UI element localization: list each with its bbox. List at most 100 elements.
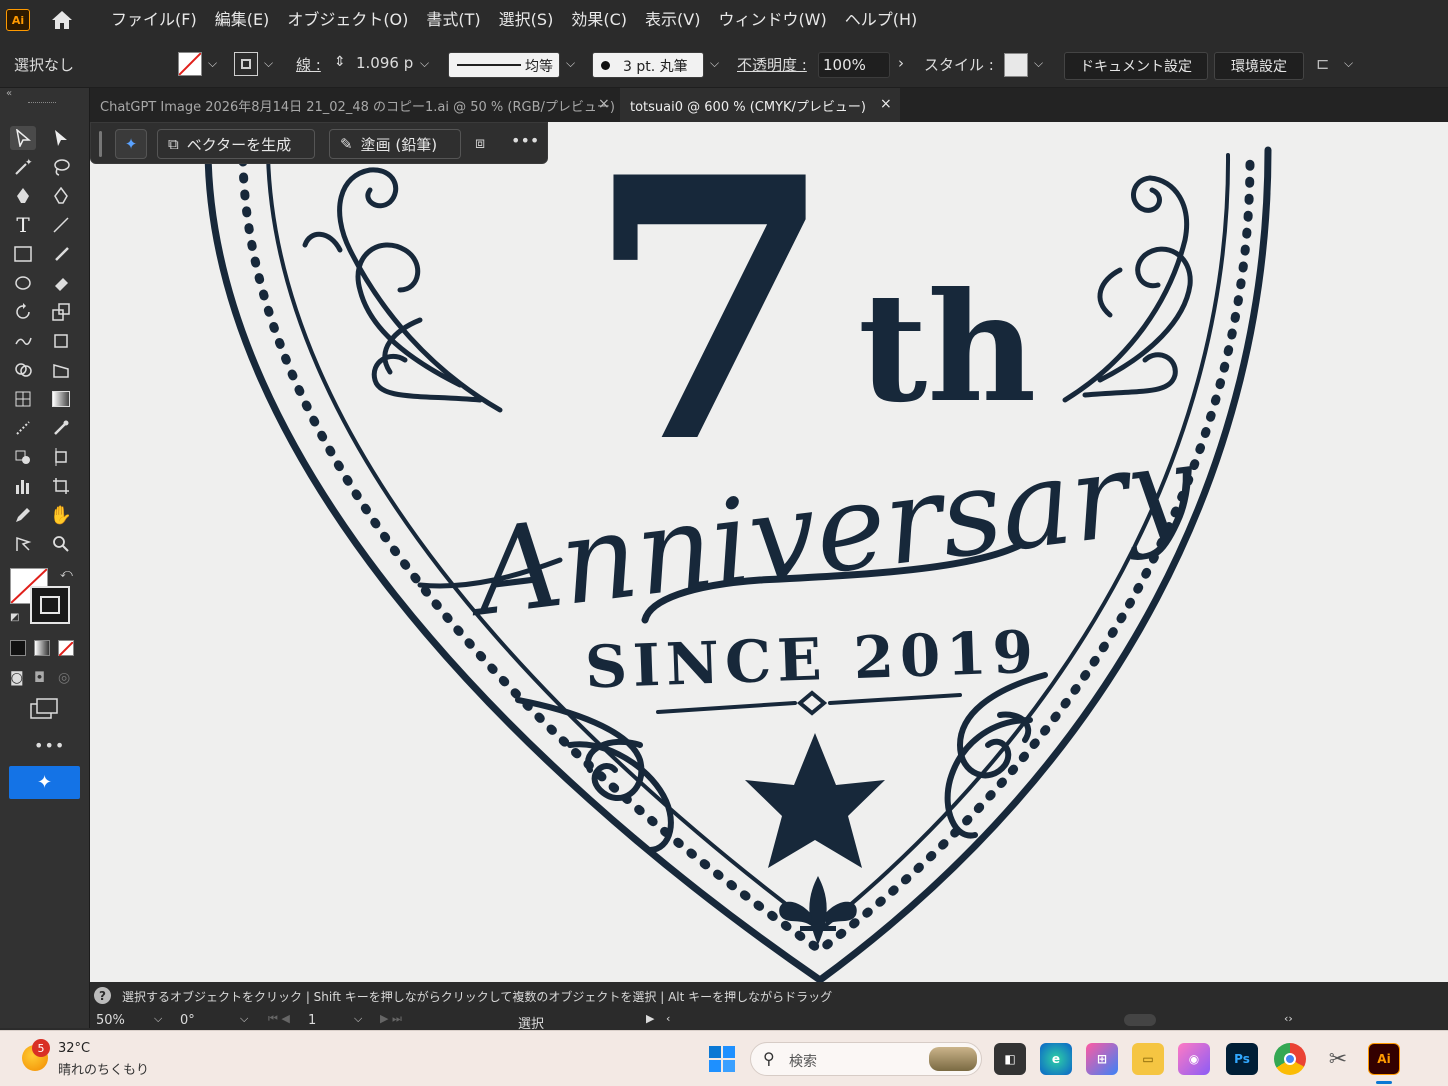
angle-dropdown-icon[interactable]: ⌵ [240,1012,248,1026]
menu-window[interactable]: ウィンドウ(W) [709,0,835,40]
rectangle-tool-icon[interactable] [10,242,36,266]
puppet-warp-tool-icon[interactable] [10,532,36,556]
selection-tool-icon[interactable] [10,126,36,150]
draw-behind-icon[interactable]: ◘ [34,670,45,686]
document-settings-button[interactable]: ドキュメント設定 [1064,52,1208,80]
photoshop-icon[interactable]: Ps [1226,1043,1258,1075]
eyedropper-tool-icon[interactable] [48,416,74,440]
file-explorer-icon[interactable]: ▭ [1132,1043,1164,1075]
home-icon[interactable] [48,6,76,34]
gradient-tool-icon[interactable] [48,387,74,411]
menu-object[interactable]: オブジェクト(O) [278,0,417,40]
windows-start-icon[interactable] [708,1045,736,1077]
close-icon[interactable]: × [880,96,892,112]
tab-document-2[interactable]: totsuai0 @ 600 % (CMYK/プレビュー) × [620,88,900,122]
taskbar-search-box[interactable]: ⚲ 検索 [750,1042,982,1076]
status-menu-icon[interactable]: ▶ [646,1012,654,1025]
scroll-left-icon[interactable]: ‹ [666,1012,670,1025]
style-dropdown-icon[interactable]: ⌵ [1034,56,1043,71]
illustrator-taskbar-icon[interactable]: Ai [1368,1043,1400,1075]
crop-tool-icon[interactable] [48,474,74,498]
brush-select[interactable]: 3 pt. 丸筆 [592,52,704,78]
close-icon[interactable]: × [598,96,610,112]
tab-document-1[interactable]: ChatGPT Image 2026年8月14日 21_02_48 のコピー1.… [90,88,620,122]
artboard-dropdown-icon[interactable]: ⌵ [354,1012,362,1026]
microsoft-store-icon[interactable]: ⊞ [1086,1043,1118,1075]
color-mode-icon[interactable] [10,640,26,656]
blend-tool-icon[interactable] [10,416,36,440]
swap-colors-icon[interactable]: ⤺ [60,566,73,581]
brush-dropdown-icon[interactable]: ⌵ [710,56,719,71]
menu-file[interactable]: ファイル(F) [102,0,206,40]
type-tool-icon[interactable]: T [10,213,36,237]
generative-icon[interactable]: ✦ [115,129,147,159]
recolor-icon[interactable]: ⧈ [475,133,485,153]
grip-icon[interactable] [28,102,56,105]
fill-swatch[interactable] [178,52,202,76]
mesh-tool-icon[interactable] [10,387,36,411]
snipping-tool-icon[interactable]: ✂ [1322,1043,1354,1075]
warp-tool-icon[interactable] [10,329,36,353]
fill-dropdown-icon[interactable]: ⌵ [208,56,217,71]
help-icon[interactable]: ? [94,987,111,1004]
zoom-dropdown-icon[interactable]: ⌵ [154,1012,162,1026]
paintbrush-tool-icon[interactable] [48,242,74,266]
menu-type[interactable]: 書式(T) [417,0,489,40]
zoom-tool-icon[interactable] [48,532,74,556]
draw-normal-icon[interactable]: ◙ [10,670,24,686]
magic-wand-tool-icon[interactable]: ✦ [10,155,36,179]
stroke-swatch[interactable] [234,52,258,76]
artboard-tool-icon[interactable] [48,445,74,469]
scroll-right-icon[interactable]: ‹› [1284,1012,1293,1025]
task-view-icon[interactable]: ◧ [994,1043,1026,1075]
stroke-profile-dropdown-icon[interactable]: ⌵ [566,56,575,71]
arrange-dropdown-icon[interactable]: ⌵ [1344,56,1353,71]
edge-browser-icon[interactable]: e [1040,1043,1072,1075]
style-swatch[interactable] [1004,53,1028,77]
generate-vector-button[interactable]: ⧉ ベクターを生成 [157,129,315,159]
line-tool-icon[interactable] [48,213,74,237]
graph-tool-icon[interactable] [10,474,36,498]
arrange-icon[interactable]: ⊏ [1316,54,1329,73]
more-options-icon[interactable]: ••• [511,131,539,150]
artboard-canvas[interactable]: 7 th Anniversary SINCE 2019 [90,122,1448,982]
scale-tool-icon[interactable] [48,300,74,324]
lasso-tool-icon[interactable] [48,155,74,179]
generative-ai-icon[interactable]: ✦ [9,766,80,799]
horizontal-scrollbar-thumb[interactable] [1124,1014,1156,1026]
hand-tool-icon[interactable]: ✋ [48,503,74,527]
live-paint-tool-icon[interactable] [10,445,36,469]
direct-selection-tool-icon[interactable] [48,126,74,150]
rotation-angle[interactable]: 0° [180,1013,195,1028]
stepper-icon[interactable]: ⇕ [334,54,346,70]
zoom-level[interactable]: 50% [96,1013,125,1028]
stroke-profile-select[interactable]: 均等 [448,52,560,78]
opacity-field[interactable]: 100% [818,52,890,78]
shape-builder-tool-icon[interactable] [10,358,36,382]
menu-select[interactable]: 選択(S) [490,0,563,40]
stroke-weight-field[interactable]: 1.096 p [356,54,413,72]
screen-mode-icon[interactable] [30,698,58,724]
menu-effect[interactable]: 効果(C) [562,0,636,40]
curvature-tool-icon[interactable] [48,184,74,208]
artboard-number[interactable]: 1 [308,1013,316,1028]
eraser-tool-icon[interactable] [48,271,74,295]
gradient-mode-icon[interactable] [34,640,50,656]
stroke-color-swatch[interactable] [30,586,70,624]
chrome-icon[interactable] [1274,1043,1306,1075]
rotate-tool-icon[interactable] [10,300,36,324]
stroke-dropdown-icon[interactable]: ⌵ [264,56,273,71]
shaper-tool-icon[interactable] [10,271,36,295]
menu-help[interactable]: ヘルプ(H) [836,0,927,40]
paint-pencil-button[interactable]: ✎ 塗画 (鉛筆) [329,129,461,159]
drag-handle[interactable] [99,131,102,157]
last-artboard-icon[interactable]: ▶ ⏭ [380,1012,402,1026]
menu-view[interactable]: 表示(V) [636,0,709,40]
stroke-weight-dropdown-icon[interactable]: ⌵ [420,56,429,71]
default-colors-icon[interactable]: ◩ [10,612,19,623]
perspective-grid-tool-icon[interactable] [48,358,74,382]
pencil-tool-icon[interactable] [10,503,36,527]
preferences-button[interactable]: 環境設定 [1214,52,1304,80]
chevron-right-icon[interactable]: › [898,54,904,72]
free-transform-tool-icon[interactable] [48,329,74,353]
